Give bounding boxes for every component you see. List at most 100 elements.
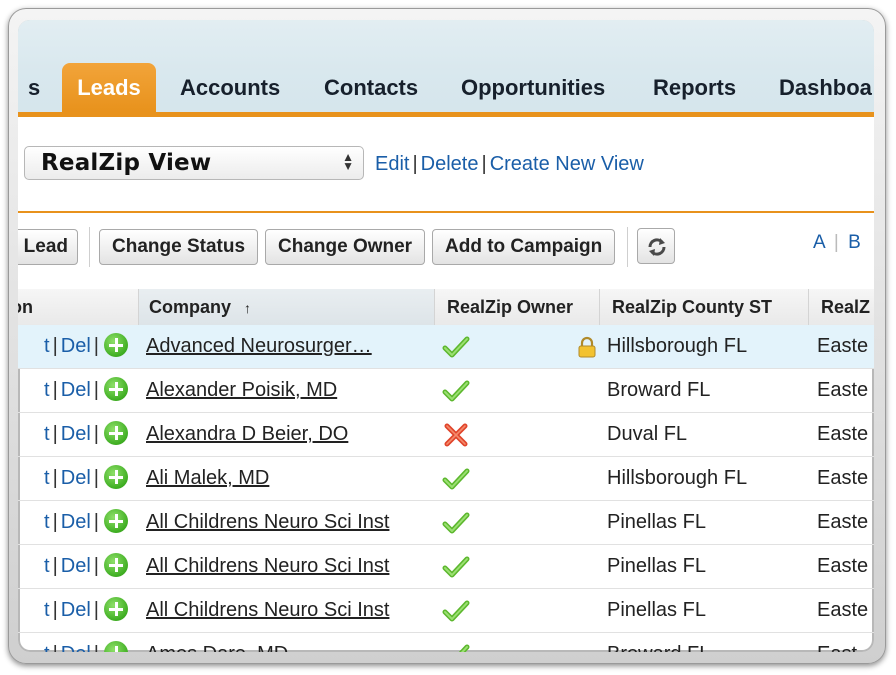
add-plus-icon[interactable] bbox=[104, 597, 128, 621]
delete-row-link[interactable]: Del bbox=[61, 555, 91, 577]
new-lead-button[interactable]: Lead bbox=[18, 229, 78, 265]
column-realzip-partial[interactable]: RealZ bbox=[808, 289, 874, 325]
row-actions: t|Del| bbox=[18, 457, 136, 501]
edit-row-link[interactable]: t bbox=[44, 335, 50, 357]
county-cell: Pinellas FL bbox=[607, 555, 706, 577]
company-cell[interactable]: All Childrens Neuro Sci Inst bbox=[146, 589, 426, 633]
company-cell[interactable]: Ali Malek, MD bbox=[146, 457, 426, 501]
table-row: t | Del | All Childrens Neuro Sci Inst Pinell… bbox=[18, 589, 874, 633]
company-cell[interactable]: All Childrens Neuro Sci Inst bbox=[146, 501, 426, 545]
company-link[interactable]: Ali Malek, MD bbox=[146, 467, 269, 489]
link-separator: | bbox=[412, 153, 418, 175]
change-owner-button[interactable]: Change Owner bbox=[265, 229, 426, 265]
edit-row-link[interactable]: t bbox=[44, 555, 50, 577]
row-actions: t|Del| bbox=[18, 325, 136, 369]
tab-bar: s Leads Accounts Contacts Opportunities … bbox=[18, 20, 874, 117]
company-link[interactable]: Alexandra D Beier, DO bbox=[146, 423, 348, 445]
row-link-separator: | bbox=[93, 599, 99, 621]
add-to-campaign-button[interactable]: Add to Campaign bbox=[432, 229, 616, 265]
alpha-a-link[interactable]: A bbox=[813, 232, 825, 253]
edit-row-link[interactable]: t bbox=[44, 379, 50, 401]
add-plus-icon[interactable] bbox=[104, 377, 128, 401]
tab-dashboards[interactable]: Dashboa bbox=[765, 63, 874, 112]
add-plus-icon[interactable] bbox=[104, 465, 128, 489]
create-view-link[interactable]: Create New View bbox=[490, 153, 644, 175]
row-link-separator: | bbox=[52, 423, 58, 445]
record-lock bbox=[577, 336, 597, 363]
check-icon bbox=[442, 468, 470, 490]
delete-row-link[interactable]: Del bbox=[61, 423, 91, 445]
realz-cell: Easte bbox=[817, 423, 869, 445]
company-cell[interactable]: Amos Dare, MD bbox=[146, 633, 426, 652]
row-link-separator: | bbox=[52, 467, 58, 489]
row-link-separator: | bbox=[93, 335, 99, 357]
check-icon bbox=[442, 556, 470, 578]
company-link[interactable]: Advanced Neurosurger… bbox=[146, 335, 372, 357]
check-icon bbox=[458, 644, 470, 652]
add-plus-icon[interactable] bbox=[104, 333, 128, 357]
table-row: t | Del | Ali Malek, MD Hillsborough FL Easte bbox=[18, 457, 874, 501]
tab-accounts[interactable]: Accounts bbox=[166, 63, 294, 112]
tab-partial[interactable]: s bbox=[18, 63, 54, 112]
add-plus-icon[interactable] bbox=[104, 553, 128, 577]
row-link-separator: | bbox=[52, 379, 58, 401]
table-row: t|Del|Amos Dare, MDBroward FLEast bbox=[18, 633, 874, 652]
edit-row-link[interactable]: t bbox=[44, 511, 50, 533]
owner-status bbox=[442, 554, 470, 585]
add-plus-icon[interactable] bbox=[104, 641, 128, 652]
tab-opportunities[interactable]: Opportunities bbox=[447, 63, 619, 112]
realz-cell: Easte bbox=[817, 555, 869, 577]
company-link[interactable]: All Childrens Neuro Sci Inst bbox=[146, 599, 389, 621]
tab-contacts[interactable]: Contacts bbox=[310, 63, 432, 112]
company-cell[interactable]: Alexandra D Beier, DO bbox=[146, 413, 426, 457]
table-row: t | Del | Advanced Neurosurger… Hillsborough … bbox=[18, 325, 874, 369]
owner-status bbox=[442, 378, 470, 409]
table-row: t | Del | All Childrens Neuro Sci Inst Pinell… bbox=[18, 545, 874, 589]
refresh-button[interactable] bbox=[637, 228, 675, 264]
add-plus-icon[interactable] bbox=[104, 509, 128, 533]
column-realzip-county[interactable]: RealZip County ST bbox=[599, 289, 808, 325]
company-cell[interactable]: All Childrens Neuro Sci Inst bbox=[146, 545, 426, 589]
row-link-separator: | bbox=[93, 423, 99, 445]
company-cell[interactable]: Alexander Poisik, MD bbox=[146, 369, 426, 413]
tab-reports[interactable]: Reports bbox=[639, 63, 750, 112]
view-select[interactable]: RealZip View ▲ ▼ bbox=[24, 146, 364, 180]
delete-row-link[interactable]: Del bbox=[61, 467, 91, 489]
toolbar-divider bbox=[89, 227, 90, 267]
column-realzip-owner[interactable]: RealZip Owner bbox=[434, 289, 599, 325]
column-company[interactable]: Company ↑ bbox=[138, 289, 434, 325]
change-status-button[interactable]: Change Status bbox=[99, 229, 259, 265]
alpha-b-link[interactable]: B bbox=[848, 232, 861, 253]
edit-view-link[interactable]: Edit bbox=[375, 153, 409, 175]
edit-row-link[interactable]: t bbox=[44, 599, 50, 621]
company-cell[interactable]: Advanced Neurosurger… bbox=[146, 325, 426, 369]
tab-leads[interactable]: Leads bbox=[62, 63, 156, 112]
delete-row-link[interactable]: Del bbox=[61, 335, 91, 357]
delete-row-link[interactable]: Del bbox=[61, 511, 91, 533]
row-link-separator: | bbox=[52, 335, 58, 357]
edit-row-link[interactable]: t bbox=[44, 467, 50, 489]
owner-status bbox=[442, 642, 470, 652]
owner-status bbox=[442, 334, 470, 365]
company-link[interactable]: All Childrens Neuro Sci Inst bbox=[146, 555, 389, 577]
button-row: Lead Change Status Change Owner Add to C… bbox=[18, 213, 874, 289]
company-link[interactable]: Alexander Poisik, MD bbox=[146, 379, 337, 401]
table-header: tion Company ↑ RealZip Owner RealZip Cou… bbox=[18, 289, 874, 326]
delete-view-link[interactable]: Delete bbox=[421, 153, 479, 175]
delete-row-link[interactable]: Del bbox=[61, 379, 91, 401]
company-link[interactable]: Amos Dare, MD bbox=[146, 643, 288, 652]
edit-row-link[interactable]: t bbox=[44, 423, 50, 445]
add-plus-icon[interactable] bbox=[104, 421, 128, 445]
delete-row-link[interactable]: Del bbox=[61, 643, 91, 652]
owner-status bbox=[442, 466, 470, 497]
company-link[interactable]: All Childrens Neuro Sci Inst bbox=[146, 511, 389, 533]
owner-status bbox=[442, 510, 470, 541]
realz-cell: Easte bbox=[817, 599, 869, 621]
row-link-separator: | bbox=[50, 643, 61, 652]
sort-ascending-icon: ↑ bbox=[244, 300, 252, 316]
row-actions: t|Del| bbox=[18, 501, 136, 545]
view-row: RealZip View ▲ ▼ Edit | Delete | Create New V… bbox=[18, 117, 874, 215]
row-link-separator: | bbox=[93, 511, 99, 533]
delete-row-link[interactable]: Del bbox=[61, 599, 91, 621]
edit-row-link[interactable]: t bbox=[44, 643, 50, 652]
